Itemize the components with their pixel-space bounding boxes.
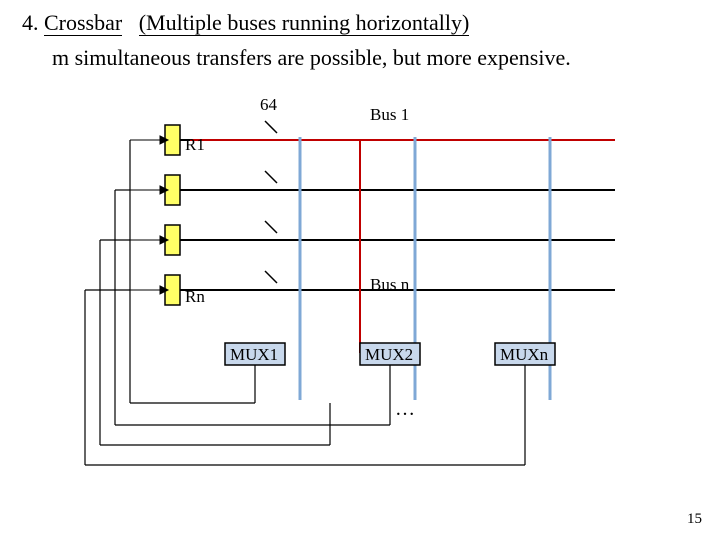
slide: 4. Crossbar (Multiple buses running hori… (0, 0, 720, 540)
mux2-label: MUX2 (365, 345, 413, 365)
heading-number: 4. (22, 10, 39, 35)
crossbar-diagram: 64 Bus 1 Bus n R1 Rn MUX1 MUX2 MUXn … (60, 95, 680, 530)
bus-width-label: 64 (260, 95, 277, 115)
ellipsis-label: … (395, 398, 415, 421)
heading-term: Crossbar (44, 10, 122, 36)
page-number: 15 (687, 511, 702, 528)
muxn-label: MUXn (500, 345, 548, 365)
heading-parenthetical: (Multiple buses running horizontally) (139, 10, 470, 36)
busn-label: Bus n (370, 275, 409, 295)
sub-heading: m simultaneous transfers are possible, b… (52, 45, 571, 71)
mux1-label: MUX1 (230, 345, 278, 365)
bus1-label: Bus 1 (370, 105, 409, 125)
section-heading: 4. Crossbar (Multiple buses running hori… (22, 10, 469, 36)
r1-label: R1 (185, 135, 205, 155)
rn-label: Rn (185, 287, 205, 307)
